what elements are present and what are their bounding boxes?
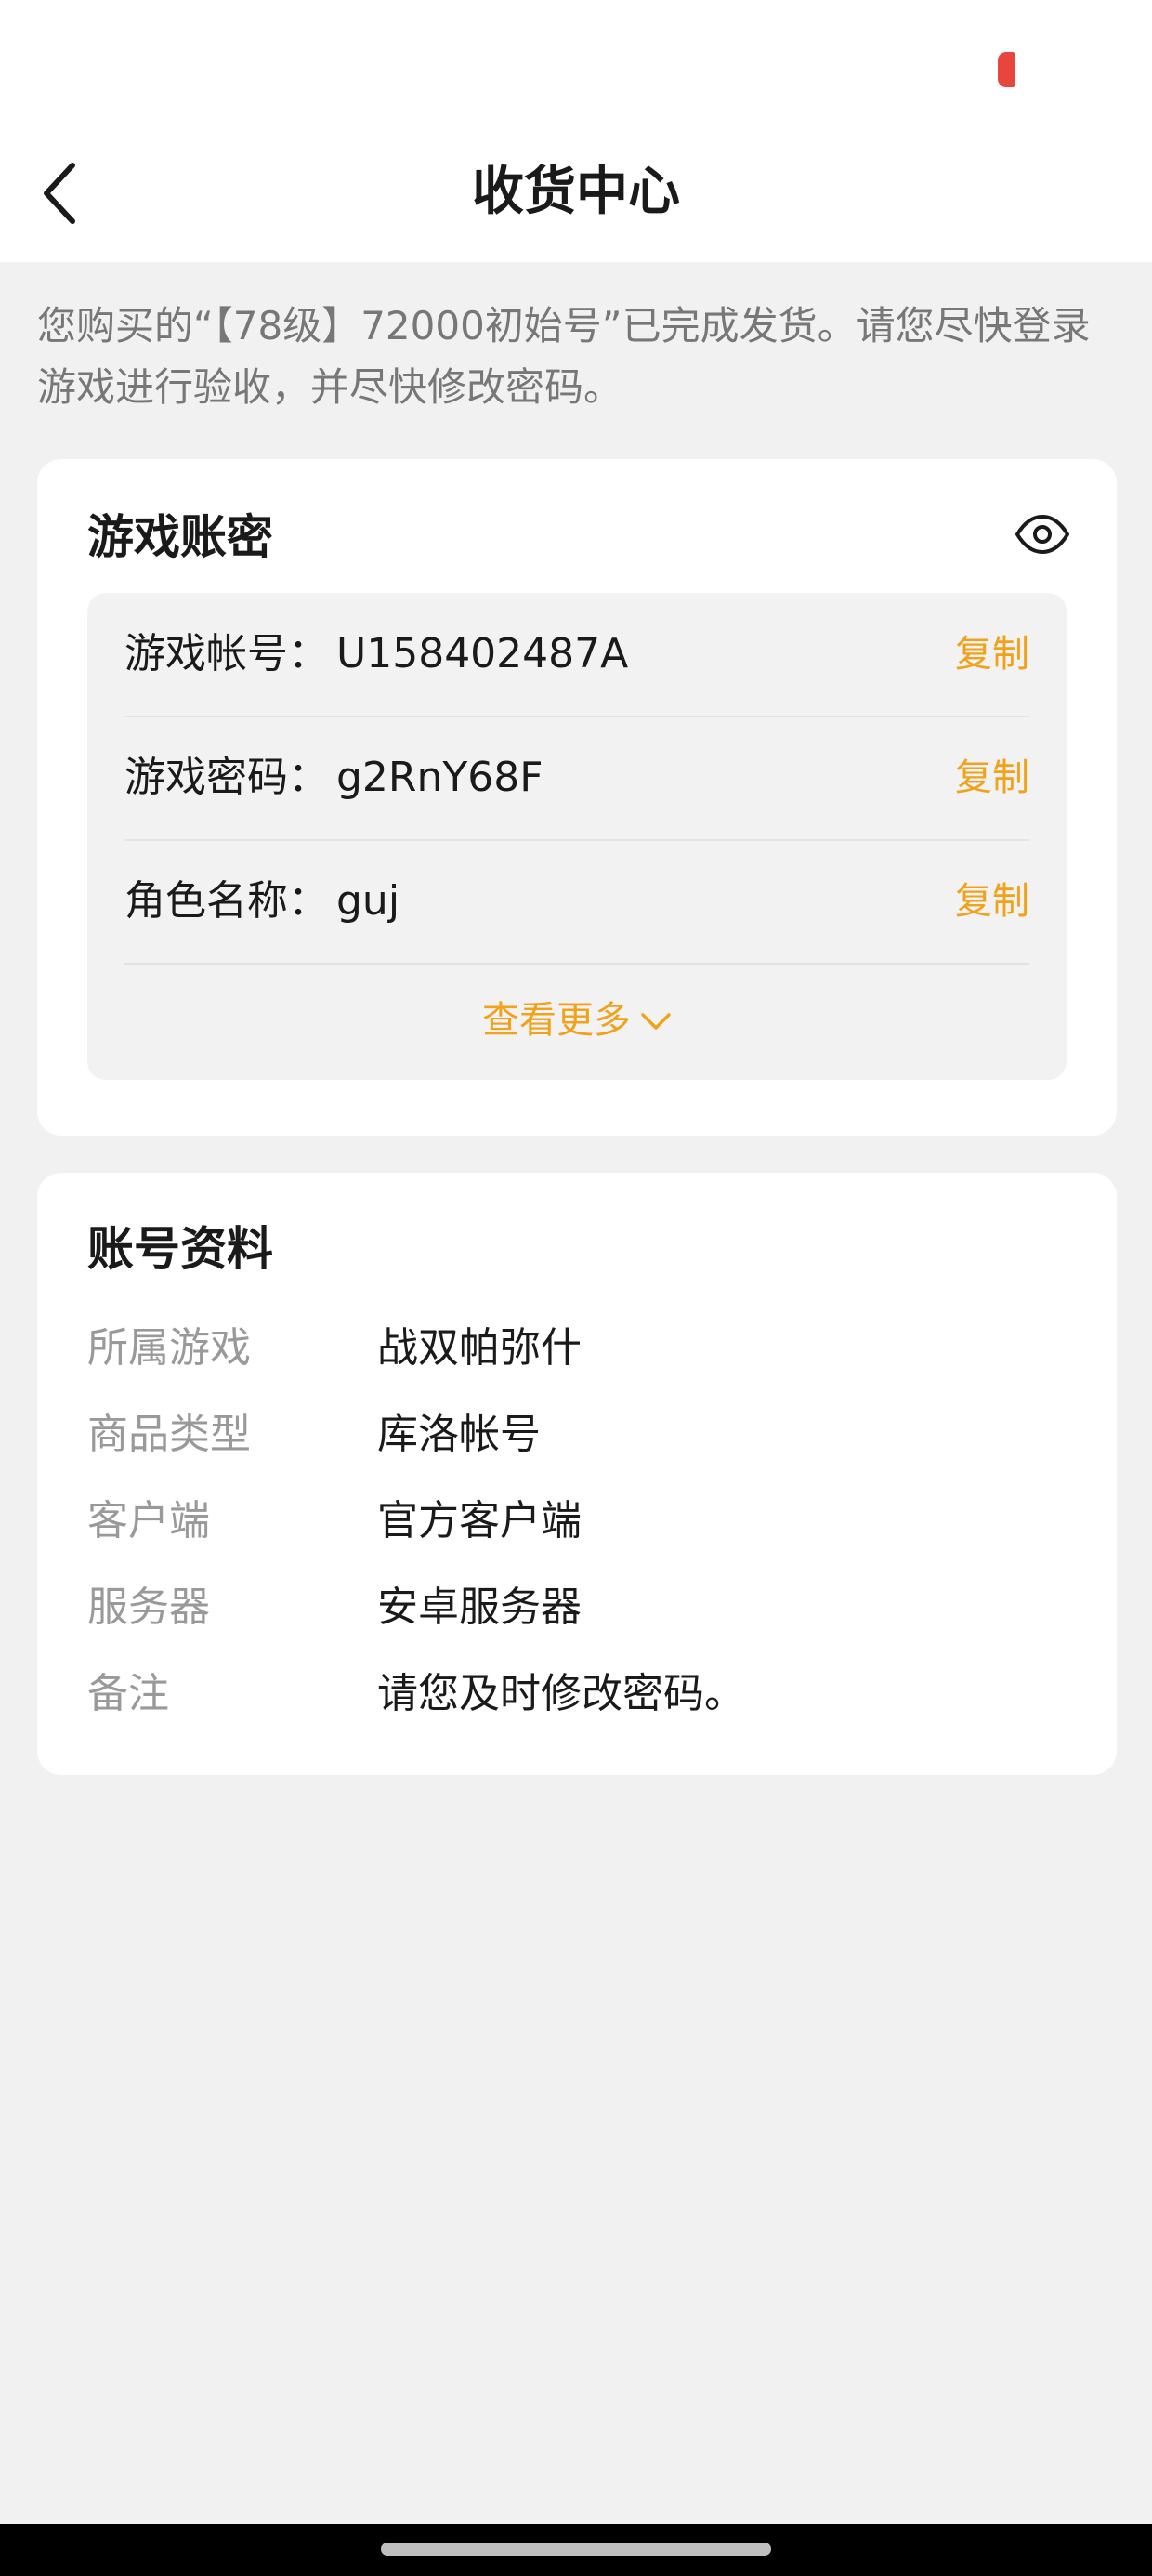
credentials-box: 游戏帐号： U158402487A 复制 游戏密码： g2RnY68F 复制 角…: [87, 593, 1067, 1080]
card-title: 账号资料: [87, 1222, 273, 1276]
character-name-value: guj: [336, 877, 400, 925]
info-value: 安卓服务器: [377, 1584, 582, 1631]
header: 收货中心: [0, 139, 1152, 262]
info-value: 官方客户端: [377, 1497, 582, 1544]
view-more-label: 查看更多: [482, 999, 631, 1042]
credential-label: 游戏帐号：: [124, 630, 329, 677]
delivery-notice: 您购买的“【78级】72000初始号”已完成发货。请您尽快登录游戏进行验收，并尽…: [37, 303, 1091, 410]
info-row-client: 客户端 官方客户端: [87, 1489, 1067, 1554]
copy-password-button[interactable]: 复制: [955, 754, 1029, 802]
system-navigation-bar: [0, 2524, 1152, 2576]
chevron-down-icon: [640, 981, 672, 1056]
credential-label: 角色名称：: [124, 877, 329, 925]
credential-row-account: 游戏帐号： U158402487A 复制: [124, 593, 1029, 717]
info-label: 服务器: [87, 1584, 210, 1631]
info-label: 客户端: [87, 1497, 210, 1544]
info-label: 所属游戏: [87, 1324, 251, 1372]
view-more-button[interactable]: 查看更多: [87, 983, 1067, 1058]
copy-account-button[interactable]: 复制: [955, 630, 1029, 678]
credential-row-character: 角色名称： guj 复制: [124, 840, 1029, 965]
battery-indicator: [998, 52, 1015, 87]
password-value: g2RnY68F: [336, 754, 543, 801]
info-value: 库洛帐号: [377, 1411, 541, 1458]
info-row-product-type: 商品类型 库洛帐号: [87, 1402, 1067, 1467]
card-title: 游戏账密: [87, 510, 273, 564]
info-row-game: 所属游戏 战双帕弥什: [87, 1316, 1067, 1381]
copy-character-button[interactable]: 复制: [955, 877, 1029, 926]
info-label: 商品类型: [87, 1411, 251, 1458]
account-profile-card: 账号资料 所属游戏 战双帕弥什 商品类型 库洛帐号 客户端 官方客户端 服务器 …: [37, 1173, 1117, 1775]
game-credentials-card: 游戏账密 游戏帐号： U158402487A 复制 游戏密码： g2RnY68F…: [37, 459, 1117, 1136]
account-value: U158402487A: [336, 630, 629, 677]
credential-row-password: 游戏密码： g2RnY68F 复制: [124, 716, 1029, 841]
info-value: 战双帕弥什: [377, 1324, 582, 1372]
eye-icon[interactable]: [1015, 515, 1070, 554]
info-row-remark: 备注 请您及时修改密码。: [87, 1662, 1067, 1727]
info-label: 备注: [87, 1670, 169, 1717]
status-bar: [0, 0, 1152, 139]
info-value: 请您及时修改密码。: [377, 1670, 745, 1717]
page-title: 收货中心: [472, 162, 680, 222]
info-row-server: 服务器 安卓服务器: [87, 1575, 1067, 1640]
home-indicator[interactable]: [381, 2543, 771, 2556]
credential-label: 游戏密码：: [124, 754, 329, 801]
